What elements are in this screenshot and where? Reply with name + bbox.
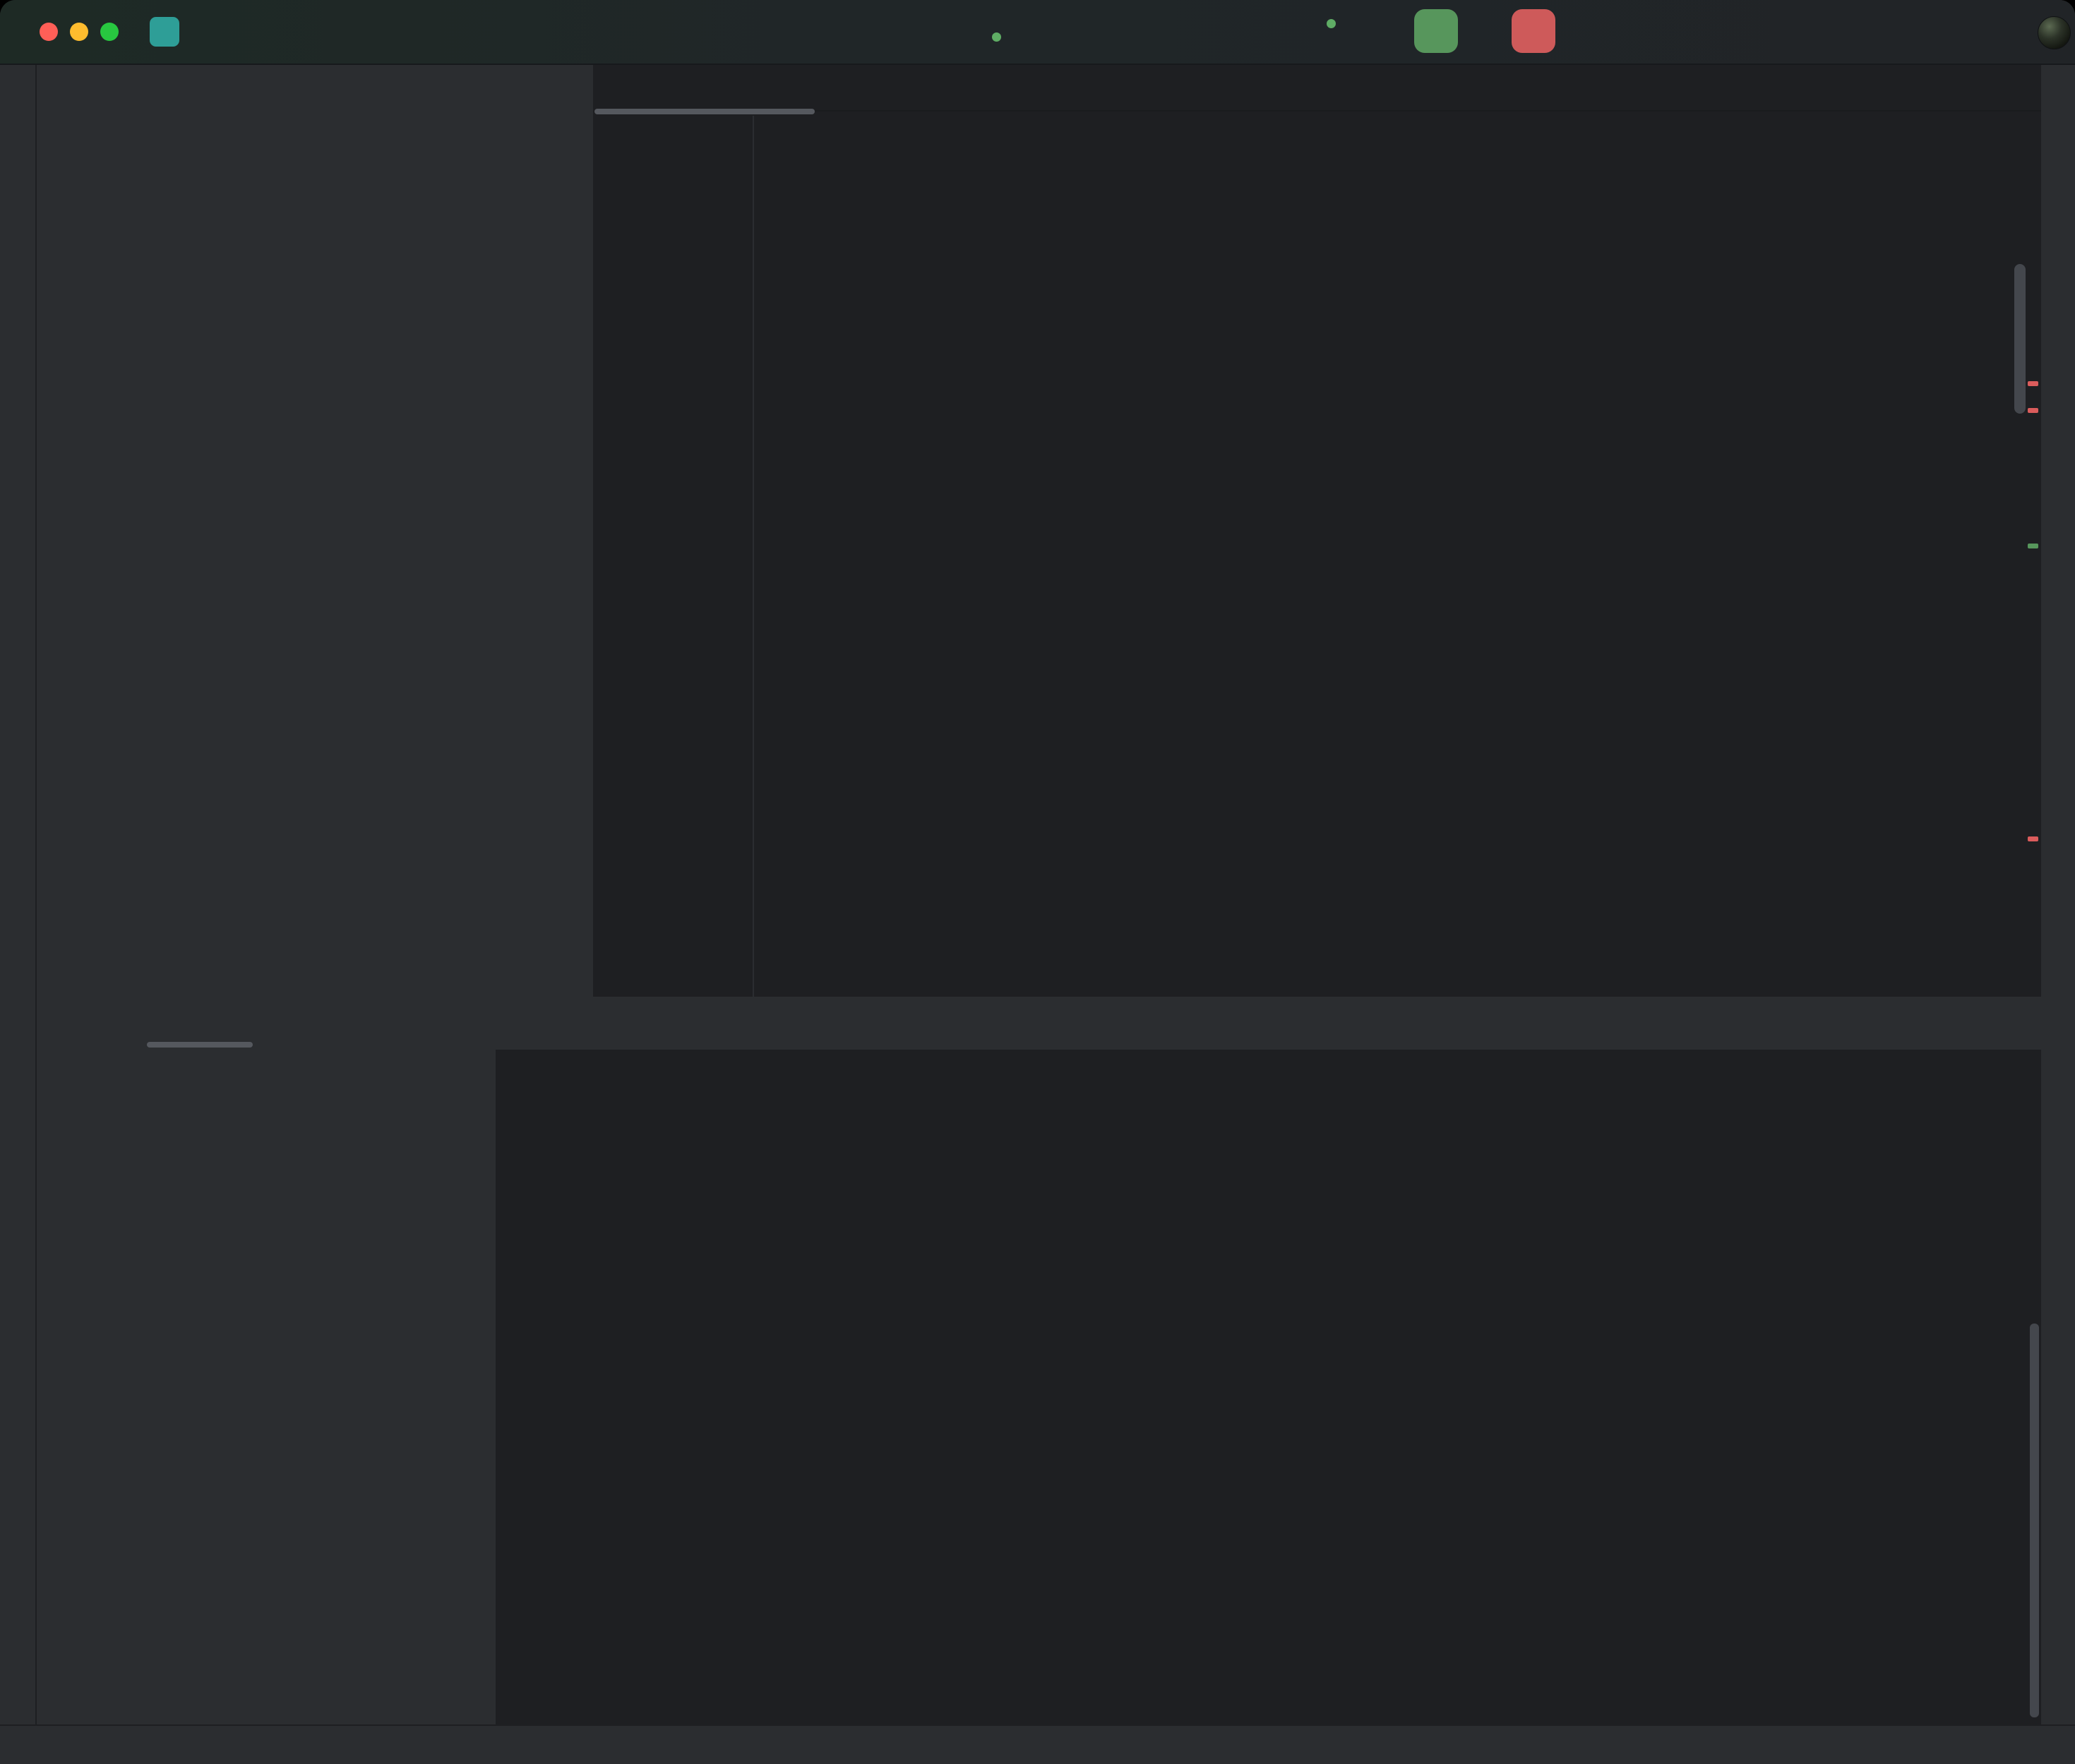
project-tree xyxy=(37,117,593,997)
next-problem-button[interactable] xyxy=(1990,72,2009,90)
android-studio-window xyxy=(0,0,2075,1764)
phone-icon xyxy=(991,20,1015,44)
stop-icon xyxy=(1521,19,1545,43)
project-tool-window xyxy=(37,65,594,997)
error-stripe-mark[interactable] xyxy=(2028,381,2038,386)
chevron-down-icon xyxy=(1032,24,1048,40)
stop-app-button[interactable] xyxy=(1512,9,1555,53)
more-run-options-button[interactable] xyxy=(1565,21,1586,42)
error-badge-icon xyxy=(1855,72,1874,90)
android-icon xyxy=(1312,20,1336,44)
warning-badge-icon xyxy=(1889,72,1907,90)
vcs-branch-widget[interactable] xyxy=(305,0,359,64)
ok-badge-icon xyxy=(1922,72,1940,90)
gutter-separator xyxy=(753,116,754,997)
build-panel-header xyxy=(37,997,2041,1048)
close-window-button[interactable] xyxy=(40,23,58,41)
console-scrollbar[interactable] xyxy=(2030,1324,2039,1717)
project-panel-header xyxy=(37,65,593,112)
ok-stripe-mark[interactable] xyxy=(2028,544,2038,548)
project-widget[interactable] xyxy=(150,0,212,64)
build-console[interactable] xyxy=(496,1050,2041,1726)
editor-scrollbar[interactable] xyxy=(2014,264,2026,414)
inspections-widget[interactable] xyxy=(1855,72,2009,90)
rerun-app-button[interactable] xyxy=(1414,9,1458,53)
macos-traffic-lights xyxy=(40,23,119,41)
active-tab-indicator xyxy=(147,1042,253,1048)
left-tool-stripe xyxy=(0,65,37,1724)
avatar[interactable] xyxy=(2038,16,2071,49)
chevron-down-icon xyxy=(1353,24,1368,40)
chevron-down-icon xyxy=(343,24,359,40)
build-options-button[interactable] xyxy=(1952,1012,1973,1033)
chevron-down-icon xyxy=(52,80,68,96)
branch-icon xyxy=(305,21,326,42)
tab-strip-scrollbar[interactable] xyxy=(594,109,815,114)
project-logo xyxy=(150,17,179,47)
build-header-tools xyxy=(1952,997,2023,1048)
status-bar xyxy=(0,1724,2075,1764)
minimize-window-button[interactable] xyxy=(70,23,88,41)
build-tool-window xyxy=(37,997,2041,1726)
build-result-tree xyxy=(73,1050,496,1726)
right-tool-stripe xyxy=(2040,65,2075,1724)
cpp-file-icon xyxy=(614,77,635,98)
close-tab-icon[interactable] xyxy=(652,80,668,95)
editor-tab-ai_chat[interactable] xyxy=(603,65,679,110)
titlebar xyxy=(0,0,2075,65)
chevron-down-icon xyxy=(196,24,212,40)
restart-icon xyxy=(1424,19,1448,43)
project-view-selector[interactable] xyxy=(47,80,68,96)
error-stripe-mark[interactable] xyxy=(2028,408,2038,413)
editor xyxy=(594,65,2041,997)
maximize-window-button[interactable] xyxy=(100,23,119,41)
debug-app-button[interactable] xyxy=(1471,18,1497,45)
code-area[interactable] xyxy=(594,116,2041,997)
run-config-selector[interactable] xyxy=(1312,0,1368,64)
error-stripe-mark[interactable] xyxy=(2028,836,2038,841)
editor-tab-bar xyxy=(594,65,2041,112)
hide-build-panel-button[interactable] xyxy=(2002,1012,2023,1033)
device-selector[interactable] xyxy=(991,0,1048,64)
prev-problem-button[interactable] xyxy=(1962,72,1980,90)
